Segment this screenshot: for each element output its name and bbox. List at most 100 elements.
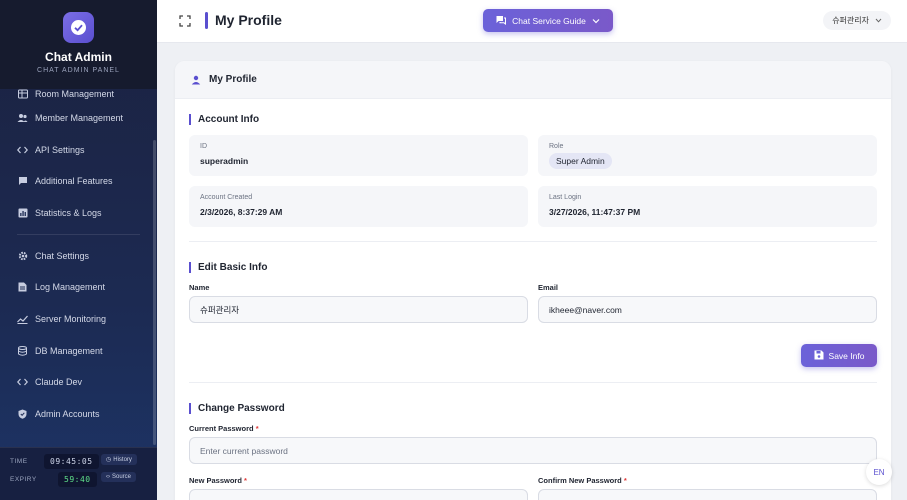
database-icon: [17, 345, 28, 356]
new-password-label: New Password *: [189, 476, 247, 485]
save-info-button[interactable]: Save Info: [801, 344, 877, 367]
sidebar-item-label: Statistics & Logs: [35, 207, 102, 218]
sidebar-item-label: DB Management: [35, 345, 103, 356]
sidebar-item-label: Claude Dev: [35, 377, 83, 388]
role-box: Role Super Admin: [538, 135, 877, 176]
section-divider: [189, 241, 877, 242]
expiry-label: EXPIRY: [10, 476, 37, 483]
chart-icon: [17, 207, 28, 218]
new-password-input[interactable]: [189, 489, 528, 500]
clock-icon: ◷: [106, 457, 112, 463]
change-password-title: Change Password: [189, 403, 285, 414]
expiry-row: EXPIRY 59:40: [10, 472, 97, 487]
chevron-down-icon: [875, 16, 882, 25]
brand: Chat Admin CHAT ADMIN PANEL: [0, 0, 157, 89]
history-label: History: [113, 456, 132, 463]
required-mark: *: [255, 424, 259, 433]
time-value: 09:45:05: [44, 454, 99, 469]
required-mark: *: [244, 476, 247, 485]
chat-icon: [17, 176, 28, 187]
line-chart-icon: [17, 313, 28, 324]
chat-service-guide-button[interactable]: Chat Service Guide: [483, 9, 613, 32]
people-icon: [17, 112, 28, 123]
confirm-password-label: Confirm New Password *: [538, 476, 627, 485]
brand-subtitle: CHAT ADMIN PANEL: [37, 67, 120, 74]
email-input[interactable]: ikheee@naver.com: [538, 296, 877, 323]
section-divider: [189, 382, 877, 383]
sidebar-item-label: Log Management: [35, 282, 106, 293]
save-icon: [814, 350, 824, 362]
id-value: superadmin: [200, 156, 249, 166]
topbar: My Profile Chat Service Guide 슈퍼관리자: [157, 0, 907, 43]
save-info-label: Save Info: [828, 350, 865, 361]
created-label: Account Created: [200, 194, 253, 201]
person-icon: [191, 75, 201, 85]
sidebar-nav: Room Management Member Management API Se…: [0, 80, 157, 430]
created-value: 2/3/2026, 8:37:29 AM: [200, 207, 283, 217]
current-password-input[interactable]: Enter current password: [189, 437, 877, 464]
user-name: 슈퍼관리자: [832, 16, 869, 25]
name-input[interactable]: 슈퍼관리자: [189, 296, 528, 323]
sidebar-item-db-management[interactable]: DB Management: [0, 335, 157, 367]
sidebar: Room Management Member Management API Se…: [0, 0, 157, 500]
page-title: My Profile: [215, 12, 282, 28]
sidebar-item-member-management[interactable]: Member Management: [0, 102, 157, 134]
card-title: My Profile: [209, 74, 257, 85]
confirm-password-label-text: Confirm New Password: [538, 476, 622, 485]
email-label: Email: [538, 283, 559, 292]
sidebar-item-label: Member Management: [35, 112, 124, 123]
name-label: Name: [189, 283, 210, 292]
last-login-box: Last Login 3/27/2026, 11:47:37 PM: [538, 186, 877, 227]
sidebar-item-label: Chat Settings: [35, 250, 90, 261]
sidebar-item-additional-features[interactable]: Additional Features: [0, 165, 157, 197]
language-toggle-button[interactable]: EN: [866, 459, 892, 485]
code-icon: [17, 377, 28, 388]
sidebar-item-chat-settings[interactable]: Chat Settings: [0, 240, 157, 272]
role-badge: Super Admin: [549, 153, 612, 169]
shield-icon: [17, 409, 28, 420]
sidebar-item-label: Admin Accounts: [35, 409, 100, 420]
table-icon: [17, 89, 28, 100]
id-label: ID: [200, 143, 207, 150]
time-row: TIME 09:45:05: [10, 454, 99, 469]
logo-check-icon: [63, 12, 94, 43]
source-label: Source: [112, 474, 132, 480]
edit-basic-info-title: Edit Basic Info: [189, 262, 267, 273]
sidebar-item-server-monitoring[interactable]: Server Monitoring: [0, 303, 157, 335]
guide-button-label: Chat Service Guide: [512, 15, 586, 26]
confirm-password-input[interactable]: [538, 489, 877, 500]
expiry-value: 59:40: [58, 472, 97, 487]
sidebar-item-api-settings[interactable]: API Settings: [0, 134, 157, 166]
id-box: ID superadmin: [189, 135, 528, 176]
code-icon: [17, 144, 28, 155]
nav-divider: [17, 233, 140, 235]
expand-icon[interactable]: [179, 14, 191, 27]
sidebar-item-claude-dev[interactable]: Claude Dev: [0, 367, 157, 399]
code-icon: ‹›: [106, 474, 110, 480]
new-password-label-text: New Password: [189, 476, 242, 485]
sidebar-item-label: Room Management: [35, 89, 115, 99]
created-box: Account Created 2/3/2026, 8:37:29 AM: [189, 186, 528, 227]
chat-icon: [496, 15, 507, 27]
sidebar-footer: TIME 09:45:05 ◷ History EXPIRY 59:40 ‹› …: [0, 447, 157, 500]
gear-icon: [17, 250, 28, 261]
time-label: TIME: [10, 458, 28, 465]
sidebar-scrollbar[interactable]: [153, 140, 156, 445]
sidebar-item-label: API Settings: [35, 144, 85, 155]
history-button[interactable]: ◷ History: [101, 454, 137, 465]
sidebar-item-statistics-logs[interactable]: Statistics & Logs: [0, 197, 157, 229]
current-password-label: Current Password *: [189, 424, 259, 433]
sidebar-item-label: Additional Features: [35, 176, 113, 187]
source-button[interactable]: ‹› Source: [101, 472, 137, 482]
brand-title: Chat Admin: [45, 50, 112, 64]
sidebar-item-log-management[interactable]: Log Management: [0, 271, 157, 303]
user-menu-button[interactable]: 슈퍼관리자: [823, 11, 891, 30]
role-label: Role: [549, 143, 564, 150]
sidebar-item-admin-accounts[interactable]: Admin Accounts: [0, 398, 157, 430]
card-header: My Profile: [175, 61, 891, 99]
required-mark: *: [623, 476, 627, 485]
last-login-label: Last Login: [549, 194, 582, 201]
sidebar-item-label: Server Monitoring: [35, 313, 107, 324]
chevron-down-icon: [592, 16, 600, 26]
document-icon: [17, 282, 28, 293]
